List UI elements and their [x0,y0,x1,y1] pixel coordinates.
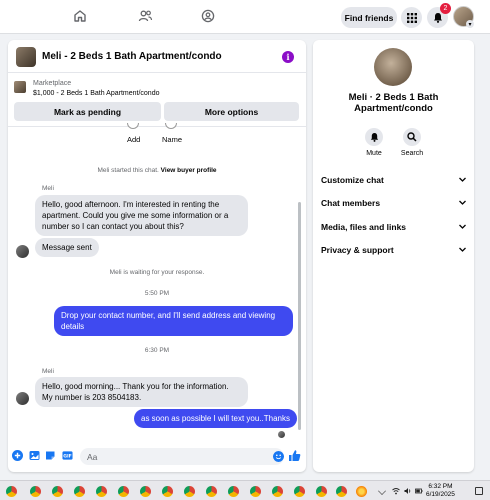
thumbs-up-icon[interactable] [288,449,301,462]
message-input-placeholder: Aa [87,452,98,462]
seen-avatar [278,431,285,438]
info-icon[interactable]: i [282,51,294,63]
name-icon[interactable] [165,123,177,129]
mark-as-pending-button[interactable]: Mark as pending [14,102,161,121]
chat-panel: Meli - 2 Beds 1 Bath Apartment/condo i M… [8,40,306,472]
volume-icon[interactable] [404,487,412,495]
customize-chat-label: Customize chat [321,175,384,185]
incoming-message[interactable]: Message sent [35,238,99,257]
chrome-icon[interactable] [184,486,195,497]
timestamp: 6:30 PM [144,347,170,354]
chat-started-note: Meli started this chat. View buyer profi… [8,167,306,174]
incoming-message[interactable]: Hello, good morning... Thank you for the… [35,377,248,407]
chat-header: Meli - 2 Beds 1 Bath Apartment/condo i [8,40,306,73]
chrome-icon[interactable] [74,486,85,497]
media-files-links-label: Media, files and links [321,222,407,232]
chrome-icon[interactable] [206,486,217,497]
chat-started-text: Meli started this chat. [97,167,159,174]
marketplace-label: Marketplace [33,80,72,87]
chat-title[interactable]: Meli - 2 Beds 1 Bath Apartment/condo [42,51,222,62]
mute-bell-icon[interactable] [365,128,383,146]
sticker-icon[interactable] [45,450,56,461]
sender-name: Meli [42,368,54,375]
chrome-icon[interactable] [228,486,239,497]
notification-center-icon[interactable] [475,487,483,495]
chevron-up-icon[interactable] [378,487,386,495]
chrome-icon[interactable] [140,486,151,497]
listing-price-title[interactable]: $1,000 - 2 Beds 1 Bath Apartment/condo [33,90,159,97]
chrome-icon[interactable] [162,486,173,497]
add-icon[interactable] [127,123,139,129]
chrome-icon[interactable] [6,486,17,497]
message-input[interactable]: Aa [80,448,284,465]
plus-icon[interactable] [12,450,23,461]
listing-avatar[interactable] [374,48,412,86]
privacy-support-row[interactable]: Privacy & support [321,245,467,257]
privacy-support-label: Privacy & support [321,245,394,255]
mute-label: Mute [366,150,382,157]
search-label: Search [400,150,424,157]
chevron-down-icon [459,177,466,182]
menu-grid-icon[interactable] [401,7,422,28]
groups-icon[interactable] [200,8,216,24]
chat-members-label: Chat members [321,198,381,208]
chrome-icon[interactable] [30,486,41,497]
chrome-icon[interactable] [118,486,129,497]
svg-text:GIF: GIF [63,454,72,460]
battery-icon[interactable] [415,487,423,495]
emoji-icon[interactable] [273,451,284,462]
chat-scrollbar[interactable] [298,202,301,430]
chevron-down-icon [459,247,466,252]
header-divider [8,126,306,127]
outgoing-message[interactable]: as soon as possible I will text you..Tha… [134,409,297,428]
image-icon[interactable] [29,450,40,461]
wifi-icon[interactable] [392,487,400,495]
firefox-icon[interactable] [356,486,367,497]
incoming-message[interactable]: Hello, good afternoon. I'm interested in… [35,195,248,236]
search-icon[interactable] [403,128,421,146]
chrome-icon[interactable] [52,486,63,497]
marketplace-listing-thumbnail[interactable] [14,81,26,93]
windows-taskbar: 6:32 PM 6/19/2025 [0,480,490,500]
home-icon[interactable] [72,8,88,24]
chat-details-panel: Meli · 2 Beds 1 Bath Apartment/condo Mut… [313,40,474,472]
outgoing-message[interactable]: Drop your contact number, and I'll send … [54,306,293,336]
chevron-down-icon[interactable]: ▾ [466,20,474,28]
add-label: Add [127,135,141,144]
name-label: Name [162,135,183,144]
chrome-icon[interactable] [294,486,305,497]
chrome-icon[interactable] [250,486,261,497]
timestamp: 5:50 PM [144,290,170,297]
chrome-icon[interactable] [316,486,327,497]
gif-icon[interactable]: GIF [62,450,73,461]
friends-icon[interactable] [137,8,153,24]
chevron-down-icon [459,224,466,229]
clock-date: 6/19/2025 [426,491,455,498]
sender-avatar[interactable] [16,245,29,258]
top-navigation-bar: Find friends 2 ▾ [0,0,490,34]
sender-name: Meli [42,185,54,192]
view-buyer-profile-link[interactable]: View buyer profile [161,167,217,174]
listing-thumbnail[interactable] [16,47,36,67]
system-clock[interactable]: 6:32 PM 6/19/2025 [426,483,455,499]
chat-members-row[interactable]: Chat members [321,198,467,210]
chrome-icon[interactable] [336,486,347,497]
notification-badge: 2 [440,3,451,14]
customize-chat-row[interactable]: Customize chat [321,175,467,187]
sender-avatar[interactable] [16,392,29,405]
message-composer: GIF Aa [8,446,306,470]
clock-time: 6:32 PM [428,483,453,490]
chevron-down-icon [459,200,466,205]
chrome-icon[interactable] [96,486,107,497]
media-files-links-row[interactable]: Media, files and links [321,222,467,234]
more-options-button[interactable]: More options [164,102,299,121]
chrome-icon[interactable] [272,486,283,497]
waiting-note: Meli is waiting for your response. [109,269,205,276]
find-friends-button[interactable]: Find friends [341,7,397,28]
details-title: Meli · 2 Beds 1 Bath Apartment/condo [348,92,439,114]
